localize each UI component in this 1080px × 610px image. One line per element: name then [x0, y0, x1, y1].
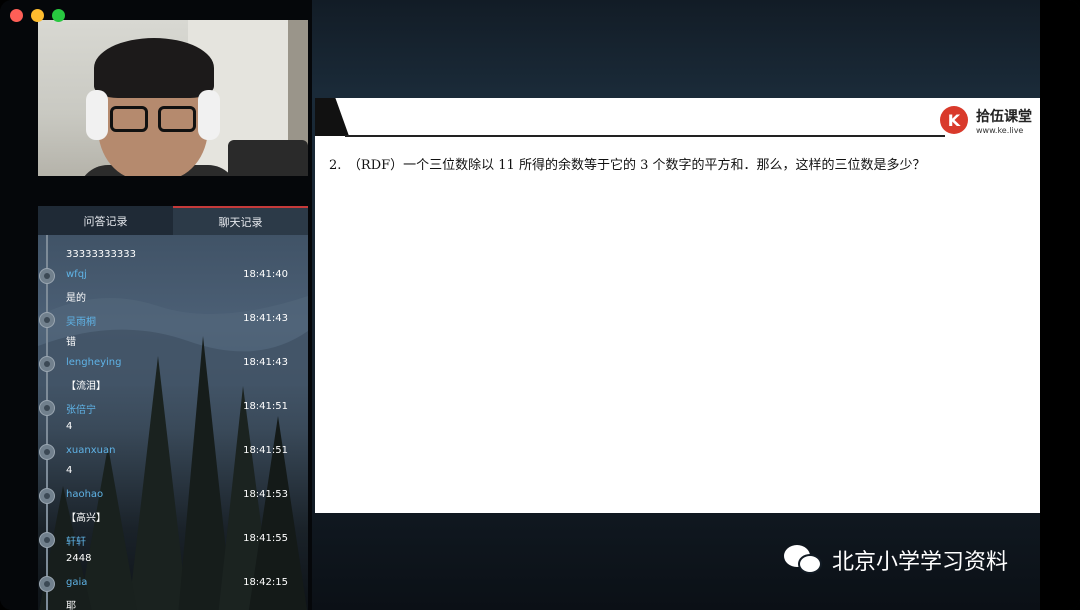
teacher-video [38, 20, 308, 176]
chat-time: 18:41:40 [243, 269, 288, 280]
chat-message-text: 33333333333 [66, 249, 136, 260]
wechat-icon [784, 545, 824, 575]
chat-time: 18:41:51 [243, 445, 288, 456]
chat-message-text: 4 [66, 421, 73, 432]
minimize-window-button[interactable] [31, 9, 44, 22]
chat-sender[interactable]: 吴雨桐 [66, 313, 96, 328]
chat-time: 18:41:53 [243, 489, 288, 500]
lesson-slide: K 拾伍课堂 www.ke.live 2. （RDF）一个三位数除以 11 所得… [315, 98, 1040, 513]
slide-stage: K 拾伍课堂 www.ke.live 2. （RDF）一个三位数除以 11 所得… [312, 0, 1040, 610]
watermark: 北京小学学习资料 [784, 544, 1008, 576]
right-border [1040, 0, 1080, 610]
chat-sender[interactable]: 轩轩 [66, 533, 86, 548]
logo-brand-text: 拾伍课堂 [976, 109, 1032, 125]
tab-chat-records[interactable]: 聊天记录 [173, 206, 308, 235]
chat-message-text: 是的 [66, 293, 86, 304]
maximize-window-button[interactable] [52, 9, 65, 22]
close-window-button[interactable] [10, 9, 23, 22]
chat-time: 18:42:15 [243, 577, 288, 588]
video-glasses [110, 106, 200, 132]
window-controls [10, 9, 65, 22]
chat-time: 18:41:55 [243, 533, 288, 544]
headphone-right [198, 90, 220, 140]
chat-time: 18:41:43 [243, 313, 288, 324]
chat-message: xuanxuan 18:41:51 4 [38, 441, 308, 485]
chat-message: haohao 18:41:53 【高兴】 [38, 485, 308, 529]
chat-sender[interactable]: lengheying [66, 357, 122, 368]
video-hair [94, 38, 214, 98]
chat-sender[interactable]: gaia [66, 577, 87, 588]
chat-sender[interactable]: 张倍宁 [66, 401, 96, 416]
chat-message: 轩轩 18:41:55 2448 [38, 529, 308, 573]
slide-header-bar [315, 98, 349, 136]
chat-message-text: 【高兴】 [66, 513, 106, 524]
chat-message: gaia 18:42:15 耶 [38, 573, 308, 610]
headphone-left [86, 90, 108, 140]
timeline-dot-icon [39, 532, 55, 548]
timeline-dot-icon [39, 356, 55, 372]
app-window: 问答记录 聊天记录 33333333333 wfqj 18:41:40 是的 吴… [0, 0, 1080, 610]
k-logo-icon: K [940, 106, 968, 134]
chat-panel: 问答记录 聊天记录 33333333333 wfqj 18:41:40 是的 吴… [38, 206, 308, 610]
chat-tabs: 问答记录 聊天记录 [38, 206, 308, 235]
chat-message-text: 错 [66, 337, 76, 348]
chat-message: lengheying 18:41:43 【流泪】 [38, 353, 308, 397]
tab-qa-records[interactable]: 问答记录 [38, 206, 173, 235]
question-text: 2. （RDF）一个三位数除以 11 所得的余数等于它的 3 个数字的平方和．那… [329, 158, 926, 173]
chat-message: 张倍宁 18:41:51 4 [38, 397, 308, 441]
chat-sender[interactable]: xuanxuan [66, 445, 115, 456]
watermark-text: 北京小学学习资料 [832, 550, 1009, 575]
chat-sender[interactable]: haohao [66, 489, 103, 500]
chat-message-text: 2448 [66, 553, 92, 564]
timeline-dot-icon [39, 268, 55, 284]
chat-message: wfqj 18:41:40 是的 [38, 265, 308, 309]
left-panel: 问答记录 聊天记录 33333333333 wfqj 18:41:40 是的 吴… [0, 0, 312, 610]
timeline-dot-icon [39, 312, 55, 328]
chat-message-text: 【流泪】 [66, 381, 106, 392]
timeline-dot-icon [39, 400, 55, 416]
chat-time: 18:41:51 [243, 401, 288, 412]
timeline-dot-icon [39, 488, 55, 504]
video-chair [228, 140, 308, 176]
logo-url: www.ke.live [976, 126, 1024, 135]
timeline-dot-icon [39, 576, 55, 592]
slide-header-rule [345, 135, 945, 137]
chat-message-text: 4 [66, 465, 73, 476]
brand-logo: K 拾伍课堂 www.ke.live [940, 106, 1040, 140]
chat-message-text: 耶 [66, 601, 76, 610]
chat-time: 18:41:43 [243, 357, 288, 368]
chat-sender[interactable]: wfqj [66, 269, 87, 280]
chat-message: 吴雨桐 18:41:43 错 [38, 309, 308, 353]
timeline-dot-icon [39, 444, 55, 460]
